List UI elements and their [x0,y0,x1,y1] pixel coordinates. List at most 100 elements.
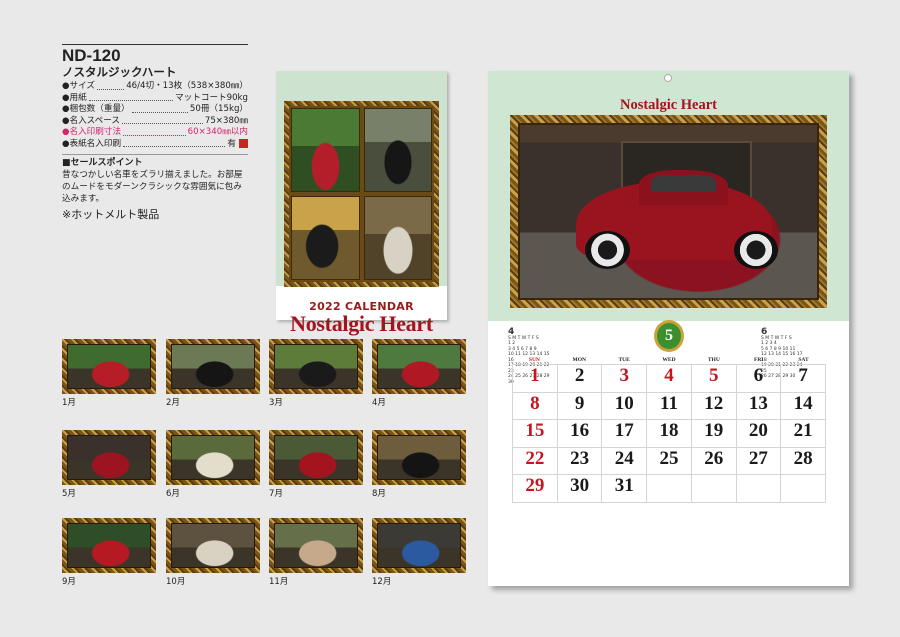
month-label: 9月 [62,577,76,587]
car-photo [67,344,151,389]
day-number: 30 [570,475,590,496]
weekday-header: TUE [618,357,630,363]
day-cell: 27 [736,447,782,475]
thumbnail-frame [372,518,466,573]
product-name: ノスタルジックハート [62,65,177,79]
thumbnail-frame [372,339,466,394]
day-cell: 24 [602,447,648,475]
page-photo-frame [510,115,827,308]
day-cell: 10 [602,392,648,420]
month-label: 7月 [269,489,283,499]
thumbnail-frame [269,430,363,485]
day-number: 3 [619,365,630,386]
thumbnail-frame [166,430,260,485]
month-thumbnail: 10月 [166,518,260,587]
month-thumbnail: 3月 [269,339,363,408]
day-cell: 20 [736,420,782,448]
month-thumbnail: 2月 [166,339,260,408]
day-number: 12 [704,392,724,414]
month-thumbnail: 6月 [166,430,260,499]
hotmelt-note: ※ホットメルト製品 [62,208,160,221]
month-label: 1月 [62,398,76,408]
day-cell: 4 [647,365,692,393]
cover-car-photo [363,196,432,280]
thumbnail-frame [372,430,466,485]
weekday-header: SUN [528,357,540,363]
month-grid: SUN MON TUE WED THU FRI SAT 1 2 3 4 5 6 7 8 9 10 11 12 13 1… [512,357,826,503]
spec-key: ●用紙 [62,92,87,103]
day-cell: 30 [557,475,603,503]
day-number: 8 [530,392,540,414]
day-number: 14 [793,392,813,414]
product-code: ND-120 [62,46,121,65]
spec-value: 50冊（15kg） [189,104,248,114]
spec-row: ●表紙名入印刷 有 [62,138,248,151]
car-photo [274,523,358,568]
car-photo [171,435,255,480]
month-badge: 5 [654,320,684,352]
cover-car-photo [291,196,360,280]
car-photo [274,344,358,389]
spec-row: ●名入印刷寸法 60×340㎜以内 [62,127,248,139]
month-label: 8月 [372,489,386,499]
day-cell: 2 [557,365,603,393]
cover-car-photo [363,108,432,192]
spec-key: ●名入スペース [62,115,121,126]
day-cell: 6 [736,365,782,393]
car-photo [274,435,358,480]
calendar-page: Nostalgic Heart 4 S M T W T F S1 23 4 5 … [488,71,849,586]
day-number: 4 [664,365,674,386]
day-number: 22 [525,447,545,469]
day-number: 25 [659,447,679,469]
weekday-header: FRI [753,357,764,363]
empty-day-cell [781,475,826,503]
month-thumbnail: 5月 [62,430,156,499]
month-thumbnail: 1月 [62,339,156,408]
month-thumbnails: 1月 2月 3月 4月 5月 6月 7月 8月 9月 10月 11月 12月 [62,339,466,589]
day-number: 13 [748,392,768,414]
day-cell: 13 [736,392,782,420]
spec-value: 有 [227,138,236,149]
page-car-photo [518,123,819,300]
product-spec: ND-120 ノスタルジックハート ●サイズ 46/4切・13枚（538×380㎜… [62,44,248,222]
day-cell: 8 [513,392,558,420]
spec-value: マットコート90kg [175,92,248,103]
sales-point-text: 昔なつかしい名車をズラリ揃えました。お部屋のムードをモダーンクラシックな雰囲気に… [62,170,243,204]
spec-key: ●名入印刷寸法 [62,127,122,137]
spec-value: 60×340㎜以内 [187,127,248,137]
thumbnail-frame [62,518,156,573]
day-cell: 21 [781,420,826,448]
leader-dots [131,104,188,113]
thumbnail-frame [62,339,156,394]
weekday-header: SAT [798,357,809,363]
leader-dots [122,116,203,124]
cover-car-photo [291,108,360,192]
day-cell: 5 [691,365,737,393]
day-number: 9 [574,392,585,414]
weekday-headers: SUN MON TUE WED THU FRI SAT [512,357,826,364]
day-number: 20 [748,420,768,441]
month-label: 4月 [372,398,386,408]
spec-row: ●サイズ 46/4切・13枚（538×380㎜） [62,81,248,93]
day-number: 11 [660,392,678,414]
cover-image: 2022 CALENDAR Nostalgic Heart [276,71,447,336]
day-number: 31 [614,475,634,496]
car-photo [377,435,461,480]
thumbnail-frame [166,518,260,573]
month-label: 5月 [62,489,76,499]
leader-dots [97,81,125,90]
page-title: Nostalgic Heart [619,97,718,113]
day-number: 15 [525,420,545,441]
day-cell: 18 [647,420,692,448]
day-number: 10 [614,392,634,414]
spec-list: ●サイズ 46/4切・13枚（538×380㎜） ●用紙 マットコート90kg ●梱包数… [62,81,248,150]
month-label: 12月 [372,577,392,587]
day-cells: 1 2 3 4 5 6 7 8 9 10 11 12 13 14 15 16 17 18 19 20 21 22 23 24 2… [512,364,826,503]
spec-key: ●表紙名入印刷 [62,138,122,149]
day-cell: 11 [647,392,692,420]
day-number: 17 [614,420,634,441]
month-thumbnail: 12月 [372,518,466,587]
empty-day-cell [691,475,737,503]
car-photo [67,523,151,568]
month-thumbnail: 7月 [269,430,363,499]
